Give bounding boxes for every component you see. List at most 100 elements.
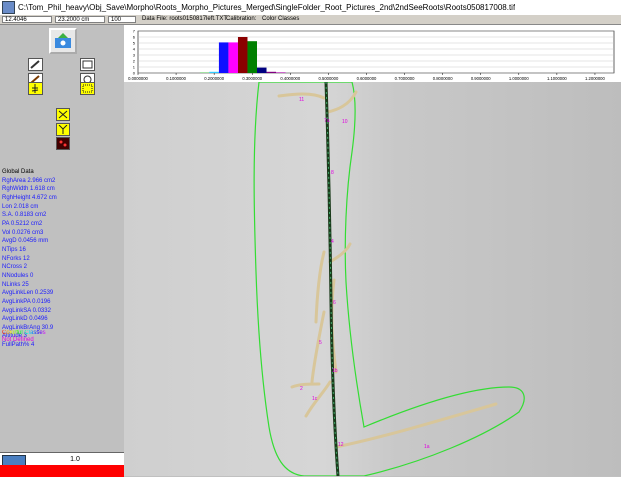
- tips-icon: [58, 110, 68, 119]
- tips-tool-button[interactable]: [56, 108, 70, 121]
- nodules-icon: [59, 140, 67, 147]
- pencil-icon: [30, 60, 40, 69]
- y-tick-label: 0: [133, 71, 136, 76]
- stat-line: Vol 0.0276 cm3: [2, 229, 44, 236]
- status-indicator: [0, 465, 124, 477]
- stat-line: NLinks 25: [2, 281, 29, 288]
- y-tick-label: 7: [133, 29, 136, 34]
- stat-line: AvgLinkSA 0.0332: [2, 307, 51, 314]
- image-analysis-icon: [55, 33, 71, 48]
- rectangle-tool-button[interactable]: [80, 58, 95, 71]
- x-tick-label: 1.0000000: [509, 76, 529, 81]
- y-tick-label: 5: [133, 41, 136, 46]
- dotted-region-icon: [82, 84, 93, 93]
- tip-label: 11: [299, 97, 305, 103]
- left-panel: Global Data RghArea 2.966 cm2 RghWidth 1…: [0, 25, 124, 476]
- root-icon: [31, 84, 39, 93]
- y-tick-label: 1: [133, 65, 136, 70]
- stat-line: PA 0.5212 cm2: [2, 220, 43, 227]
- analyze-image-button[interactable]: [49, 28, 77, 54]
- select-region-tool-button[interactable]: [80, 82, 95, 95]
- stat-line: Lon 2.018 cm: [2, 203, 39, 210]
- tip-label: 1b: [332, 368, 338, 374]
- root-trace-tool-button[interactable]: [28, 82, 43, 95]
- value-field-3[interactable]: 100: [108, 16, 136, 23]
- x-tick-label: 0.8000000: [433, 76, 453, 81]
- global-data-panel: Global Data RghArea 2.966 cm2 RghWidth 1…: [2, 168, 122, 350]
- lateral-roots: [277, 90, 498, 449]
- info-bar: 12.4046 23.2000 cm 100 Data File: roots0…: [0, 15, 621, 25]
- x-tick-label: 0.5000000: [319, 76, 339, 81]
- datafile-label: Data File: roots0150817left.TXT: [142, 16, 228, 22]
- stat-line: S.A. 0.8183 cm2: [2, 212, 47, 219]
- tip-label: 1c: [312, 396, 318, 402]
- tip-label: 4: [331, 239, 334, 245]
- tip-label: 7a: [324, 118, 330, 124]
- rectangle-icon: [82, 60, 93, 69]
- histogram-bar: [247, 41, 257, 73]
- histogram-chart: 765432100.0000000 0.1000000 0.2000000 0.300…: [128, 29, 615, 81]
- stat-line: NNodules 0: [2, 272, 34, 279]
- global-data-header: Global Data: [2, 169, 34, 175]
- stat-line: RghWidth 1.618 cm: [2, 186, 55, 193]
- forks-icon: [58, 125, 68, 134]
- root-image: [253, 82, 525, 476]
- app-icon: [2, 1, 15, 14]
- bottom-status-panel: 1.0: [0, 452, 124, 477]
- y-tick-label: 2: [133, 59, 136, 64]
- x-tick-label: 0.6000000: [357, 76, 377, 81]
- y-tick-label: 3: [133, 53, 136, 58]
- histogram-bar: [209, 71, 219, 73]
- diameter-histogram: 7 6 5 4 3 2 1 0 0.0000000 0.1000000 0.2000000 0.300…: [124, 25, 621, 83]
- tip-label: 1a: [424, 444, 430, 450]
- x-tick-label: 0.4000000: [280, 76, 300, 81]
- main-root: [324, 82, 340, 476]
- color-classes-label: Color Classes: [262, 16, 300, 22]
- tip-label: 6: [333, 300, 336, 306]
- draw-tool-button[interactable]: [28, 58, 43, 71]
- x-tick-label: 0.2000000: [204, 76, 224, 81]
- legend-colorful-classes: Colorful Classes: [2, 330, 46, 336]
- x-tick-label: 0.7000000: [395, 76, 415, 81]
- root-outline: [253, 82, 525, 476]
- y-tick-label: 4: [133, 47, 136, 52]
- stat-line: AvgD 0.0456 mm: [2, 238, 49, 245]
- image-viewport[interactable]: 11 10 7a 8 4 6 5 1b 1c 2 12 1a: [124, 82, 621, 476]
- stat-line: AvgLinkLen 0.2539: [2, 290, 54, 297]
- tip-label: 2: [300, 386, 303, 392]
- histogram-bar: [257, 67, 267, 73]
- stat-line: RghHeight 4.672 cm: [2, 194, 57, 201]
- stat-line: NForks 12: [2, 255, 30, 262]
- x-tick-label: 1.1000000: [547, 76, 567, 81]
- x-tick-label: 0.3000000: [242, 76, 262, 81]
- tip-label: 8: [331, 170, 334, 176]
- plot-frame: [137, 30, 615, 74]
- histogram-bar: [266, 71, 277, 73]
- nodules-tool-button[interactable]: [56, 137, 70, 150]
- value-field-2[interactable]: 23.2000 cm: [55, 16, 105, 23]
- x-tick-label: 0.1000000: [166, 76, 186, 81]
- tip-label: 12: [338, 442, 344, 448]
- x-tick-label: 0.0000000: [128, 76, 148, 81]
- x-tick-label: 0.9000000: [471, 76, 491, 81]
- tip-label: 5: [319, 340, 322, 346]
- stat-line: NCross 2: [2, 264, 28, 271]
- value-field-1[interactable]: 12.4046: [2, 16, 52, 23]
- window-title: C:\Tom_Phil_heavy\Obj_Save\Morpho\Roots_…: [18, 3, 516, 12]
- class-legend: Colorful Classes Not Defined: [2, 330, 46, 344]
- histogram-bar: [218, 42, 229, 73]
- stat-line: AvgLinkD 0.0496: [2, 316, 48, 323]
- stat-line: AvgLinkPA 0.0196: [2, 298, 51, 305]
- histogram-bar: [237, 37, 248, 73]
- stat-line: RghArea 2.966 cm2: [2, 177, 56, 184]
- forks-tool-button[interactable]: [56, 123, 70, 136]
- stat-line: NTips 16: [2, 246, 26, 253]
- histogram-bar: [228, 42, 238, 73]
- x-tick-label: 1.2000000: [585, 76, 605, 81]
- tip-label: 10: [342, 119, 348, 125]
- legend-not-defined: Not Defined: [2, 337, 34, 343]
- window-titlebar: C:\Tom_Phil_heavy\Obj_Save\Morpho\Roots_…: [0, 0, 621, 16]
- zoom-value: 1.0: [70, 456, 80, 463]
- y-tick-label: 6: [133, 35, 136, 40]
- histogram-bar: [199, 72, 210, 73]
